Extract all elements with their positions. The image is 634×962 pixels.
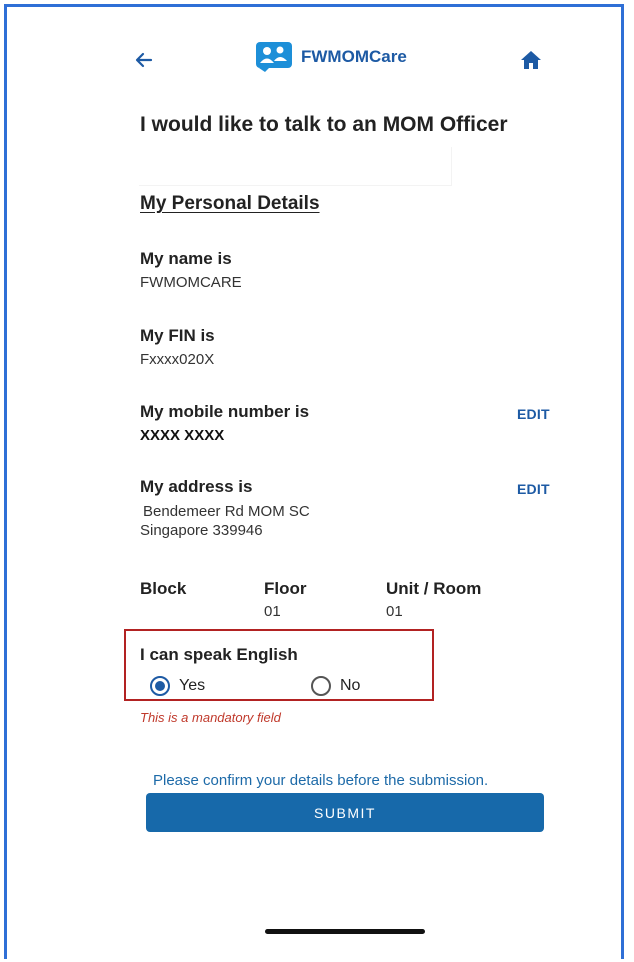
- edit-address-button[interactable]: EDIT: [517, 481, 550, 497]
- back-button[interactable]: [129, 45, 159, 75]
- block-label: Block: [140, 579, 187, 598]
- mobile-value: XXXX XXXX: [140, 427, 225, 444]
- submit-button[interactable]: SUBMIT: [146, 793, 544, 832]
- name-label: My name is: [140, 249, 232, 268]
- radio-yes-label: Yes: [179, 677, 206, 694]
- address-line1: Bendemeer Rd MOM SC: [143, 503, 310, 520]
- name-value: FWMOMCARE: [140, 274, 242, 291]
- fin-value: Fxxxx020X: [140, 351, 215, 368]
- app-screen: FWMOMCare I would like to talk to an MOM…: [29, 17, 579, 962]
- people-card-logo-icon: [256, 42, 292, 72]
- speak-english-question: I can speak English: [140, 645, 298, 664]
- mandatory-error: This is a mandatory field: [140, 710, 281, 725]
- radio-no[interactable]: No: [311, 676, 360, 696]
- radio-selected-icon: [150, 676, 170, 696]
- fin-label: My FIN is: [140, 326, 215, 345]
- unit-value: 01: [386, 603, 403, 620]
- section-title: My Personal Details: [140, 193, 320, 214]
- brand-name: FWMOMCare: [301, 47, 407, 66]
- floor-value: 01: [264, 603, 281, 620]
- address-label: My address is: [140, 477, 253, 496]
- arrow-left-icon: [135, 52, 153, 68]
- home-indicator: [265, 929, 425, 934]
- radio-yes[interactable]: Yes: [150, 676, 205, 696]
- divider: [139, 147, 452, 186]
- confirm-message: Please confirm your details before the s…: [153, 772, 489, 789]
- brand: FWMOMCare: [255, 37, 407, 77]
- radio-unselected-icon: [311, 676, 331, 696]
- screenshot-frame: FWMOMCare I would like to talk to an MOM…: [4, 4, 624, 962]
- mobile-label: My mobile number is: [140, 402, 310, 421]
- unit-label: Unit / Room: [386, 579, 482, 598]
- floor-label: Floor: [264, 579, 307, 598]
- edit-mobile-button[interactable]: EDIT: [517, 406, 550, 422]
- home-icon: [521, 51, 541, 69]
- app-header: FWMOMCare: [29, 35, 579, 85]
- page-title: I would like to talk to an MOM Officer: [140, 113, 508, 136]
- home-button[interactable]: [518, 47, 544, 73]
- address-line2: Singapore 339946: [140, 522, 263, 539]
- radio-no-label: No: [340, 677, 361, 694]
